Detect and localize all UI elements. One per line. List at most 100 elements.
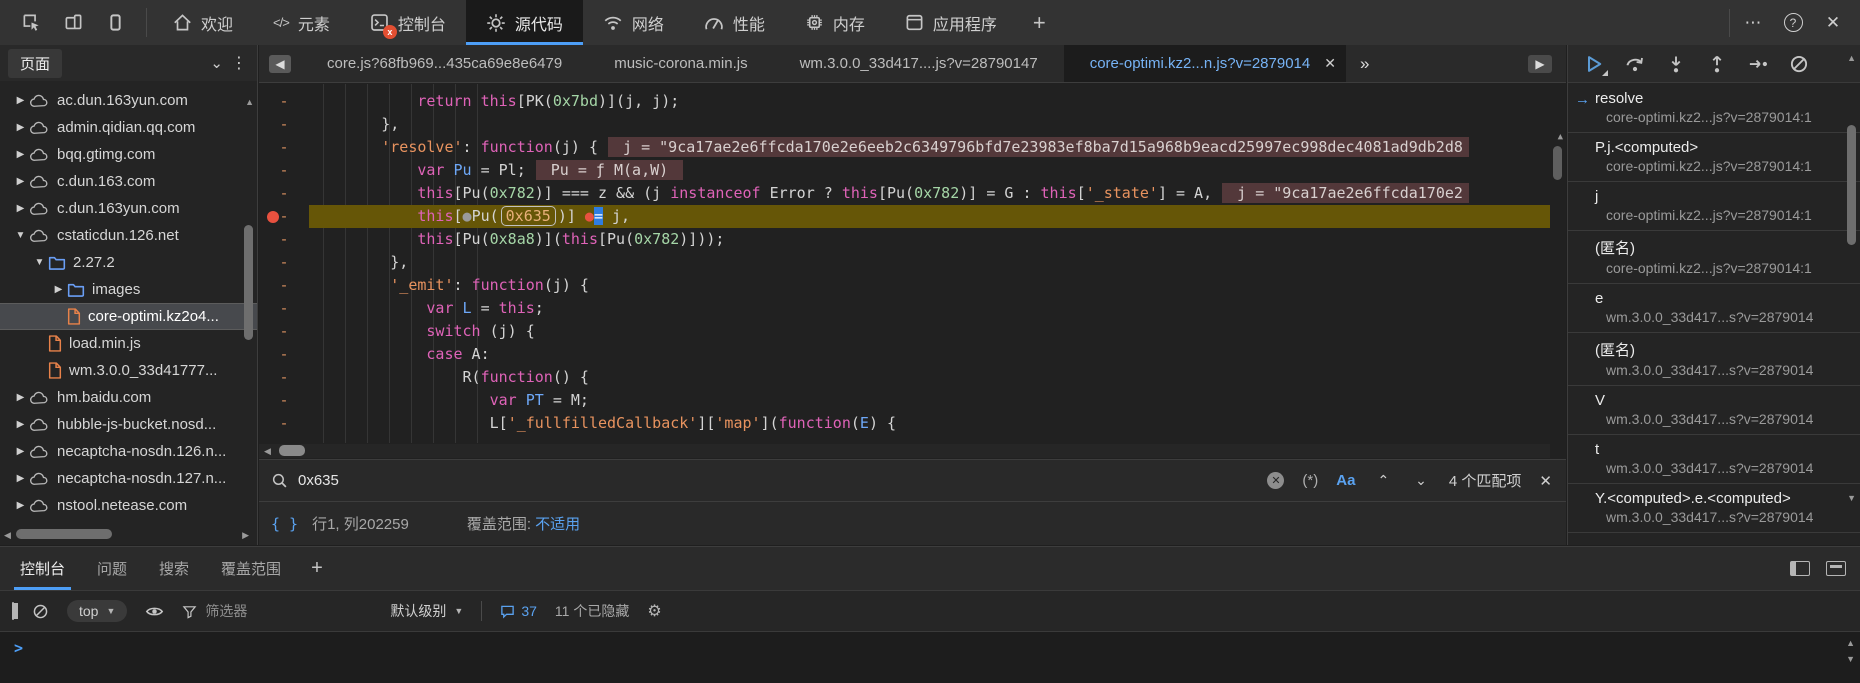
tree-collapsed-icon[interactable]: ▶: [12, 203, 29, 214]
line-gutter[interactable]: -: [259, 159, 309, 182]
close-devtools-icon[interactable]: ✕: [1816, 6, 1850, 40]
dock-panel-icon[interactable]: [1790, 561, 1810, 576]
context-selector[interactable]: top ▼: [67, 600, 127, 622]
pretty-print-icon[interactable]: { }: [271, 515, 298, 533]
scroll-up-icon[interactable]: ▲: [245, 97, 254, 107]
editor-tab[interactable]: music-corona.min.js: [588, 45, 773, 82]
code-line[interactable]: - switch (j) {: [259, 320, 1550, 343]
tree-item-hm-baidu-com[interactable]: ▶hm.baidu.com: [0, 384, 257, 411]
console-sidebar-icon[interactable]: [12, 603, 14, 619]
step-over-icon[interactable]: [1625, 54, 1645, 74]
add-drawer-tab-button[interactable]: +: [297, 547, 337, 590]
previous-match-icon[interactable]: ⌃: [1373, 472, 1393, 489]
tree-collapsed-icon[interactable]: ▶: [50, 284, 67, 295]
deactivate-breakpoints-icon[interactable]: [1789, 54, 1809, 74]
call-stack-frame[interactable]: jcore-optimi.kz2...js?v=2879014:1: [1568, 182, 1860, 231]
tree-collapsed-icon[interactable]: ▶: [12, 419, 29, 430]
code-line[interactable]: - var Pu = Pl; Pu = ƒ M(a,W): [259, 159, 1550, 182]
drawer-tab-控制台[interactable]: 控制台: [4, 547, 81, 590]
tree-collapsed-icon[interactable]: ▶: [12, 392, 29, 403]
tab-page[interactable]: 页面: [8, 49, 62, 78]
breakpoint-dot[interactable]: [267, 211, 279, 223]
log-level-selector[interactable]: 默认级别 ▼: [390, 601, 463, 621]
tree-item-nstool-netease-com[interactable]: ▶nstool.netease.com: [0, 492, 257, 519]
tree-collapsed-icon[interactable]: ▶: [12, 446, 29, 457]
code-line[interactable]: - var L = this;: [259, 297, 1550, 320]
scroll-right-icon[interactable]: ▶: [242, 530, 249, 541]
scrollbar-thumb[interactable]: [279, 445, 305, 456]
call-stack-frame[interactable]: Vwm.3.0.0_33d417...s?v=2879014: [1568, 386, 1860, 435]
line-gutter[interactable]: -: [259, 90, 309, 113]
tab-sources[interactable]: 源代码: [466, 0, 583, 45]
tab-overflow-icon[interactable]: »: [1346, 45, 1383, 82]
next-match-icon[interactable]: ⌄: [1411, 472, 1431, 489]
search-input[interactable]: 0x635: [298, 472, 339, 489]
editor-tab[interactable]: core-optimi.kz2...n.js?v=2879014✕: [1064, 45, 1346, 82]
tab-performance[interactable]: 性能: [684, 0, 785, 45]
tree-collapsed-icon[interactable]: ▶: [12, 473, 29, 484]
help-icon[interactable]: ?: [1776, 6, 1810, 40]
code-line[interactable]: - '_emit': function(j) {: [259, 274, 1550, 297]
focus-page-icon[interactable]: [98, 6, 132, 40]
console-scrollbar[interactable]: ▲ ▼: [1846, 638, 1855, 664]
scroll-down-icon[interactable]: ▼: [1847, 493, 1856, 503]
tree-collapsed-icon[interactable]: ▶: [12, 176, 29, 187]
call-stack-frame[interactable]: (匿名)core-optimi.kz2...js?v=2879014:1: [1568, 231, 1860, 284]
code-line[interactable]: - 'resolve': function(j) { j = "9ca17ae2…: [259, 136, 1550, 159]
tree-item-load-min-js[interactable]: load.min.js: [0, 330, 257, 357]
regex-toggle[interactable]: (*): [1302, 472, 1318, 489]
code-line[interactable]: - L['_fullfilledCallback']['map'](functi…: [259, 412, 1550, 435]
clear-search-icon[interactable]: ✕: [1267, 472, 1284, 489]
line-gutter[interactable]: -: [259, 228, 309, 251]
step-into-icon[interactable]: [1666, 54, 1686, 74]
code-line[interactable]: - },: [259, 251, 1550, 274]
tree-collapsed-icon[interactable]: ▶: [12, 95, 29, 106]
tree-horizontal-scrollbar[interactable]: ◀ ▶: [0, 528, 257, 541]
tab-console[interactable]: x控制台: [350, 0, 466, 45]
message-count-badge[interactable]: 37: [500, 603, 537, 619]
code-line[interactable]: - return this[PK(0x7bd)](j, j);: [259, 90, 1550, 113]
call-stack-frame[interactable]: Y.<computed>.e.<computed>wm.3.0.0_33d417…: [1568, 484, 1860, 533]
drawer-tab-问题[interactable]: 问题: [81, 547, 143, 590]
call-stack-frame[interactable]: ewm.3.0.0_33d417...s?v=2879014: [1568, 284, 1860, 333]
tree-collapsed-icon[interactable]: ▶: [12, 122, 29, 133]
tree-item-necaptcha-nosdn-127-n-[interactable]: ▶necaptcha-nosdn.127.n...: [0, 465, 257, 492]
call-stack-frame[interactable]: →resolvecore-optimi.kz2...js?v=2879014:1: [1568, 84, 1860, 133]
show-debugger-panel-icon[interactable]: ▶: [1528, 55, 1552, 73]
editor-tab[interactable]: core.js?68fb969...435ca69e8e6479: [301, 45, 588, 82]
resume-script-icon[interactable]: [1584, 54, 1604, 74]
tab-application[interactable]: 应用程序: [885, 0, 1017, 45]
scroll-left-icon[interactable]: ◀: [264, 446, 271, 457]
code-line[interactable]: - R(function() {: [259, 366, 1550, 389]
call-stack-frame[interactable]: twm.3.0.0_33d417...s?v=2879014: [1568, 435, 1860, 484]
console-settings-gear-icon[interactable]: ⚙: [647, 601, 661, 621]
tab-elements[interactable]: </>元素: [253, 0, 350, 45]
scroll-down-icon[interactable]: ▼: [1846, 654, 1855, 664]
scroll-left-icon[interactable]: ◀: [4, 530, 11, 541]
code-line[interactable]: - },: [259, 113, 1550, 136]
scroll-up-icon[interactable]: ▲: [1847, 53, 1856, 63]
console-filter-input[interactable]: 筛选器: [182, 601, 332, 621]
drawer-tab-覆盖范围[interactable]: 覆盖范围: [205, 547, 297, 590]
console-prompt[interactable]: > ▲ ▼: [0, 631, 1860, 683]
chevron-down-icon[interactable]: ⌄: [204, 54, 229, 72]
navigator-more-icon[interactable]: ⋮: [229, 53, 257, 73]
close-search-icon[interactable]: ✕: [1539, 472, 1552, 490]
tree-expanded-icon[interactable]: ▼: [31, 257, 48, 268]
tree-item-2-27-2[interactable]: ▼2.27.2: [0, 249, 257, 276]
line-gutter[interactable]: -: [259, 251, 309, 274]
tree-item-ac-dun-163yun-com[interactable]: ▶ac.dun.163yun.com: [0, 87, 257, 114]
editor-horizontal-scrollbar[interactable]: ◀: [259, 444, 1550, 458]
tab-memory[interactable]: 内存: [785, 0, 885, 45]
scroll-up-icon[interactable]: ▲: [1846, 638, 1855, 648]
match-case-toggle[interactable]: Aa: [1336, 472, 1355, 489]
inspect-element-icon[interactable]: [14, 6, 48, 40]
line-gutter[interactable]: -: [259, 343, 309, 366]
tree-expanded-icon[interactable]: ▼: [12, 230, 29, 241]
hide-navigator-icon[interactable]: ◀: [269, 55, 291, 73]
step-out-icon[interactable]: [1707, 54, 1727, 74]
expand-drawer-icon[interactable]: [1826, 561, 1846, 576]
tree-collapsed-icon[interactable]: ▶: [12, 500, 29, 511]
line-gutter[interactable]: -: [259, 320, 309, 343]
callstack-scrollbar[interactable]: [1847, 125, 1856, 245]
